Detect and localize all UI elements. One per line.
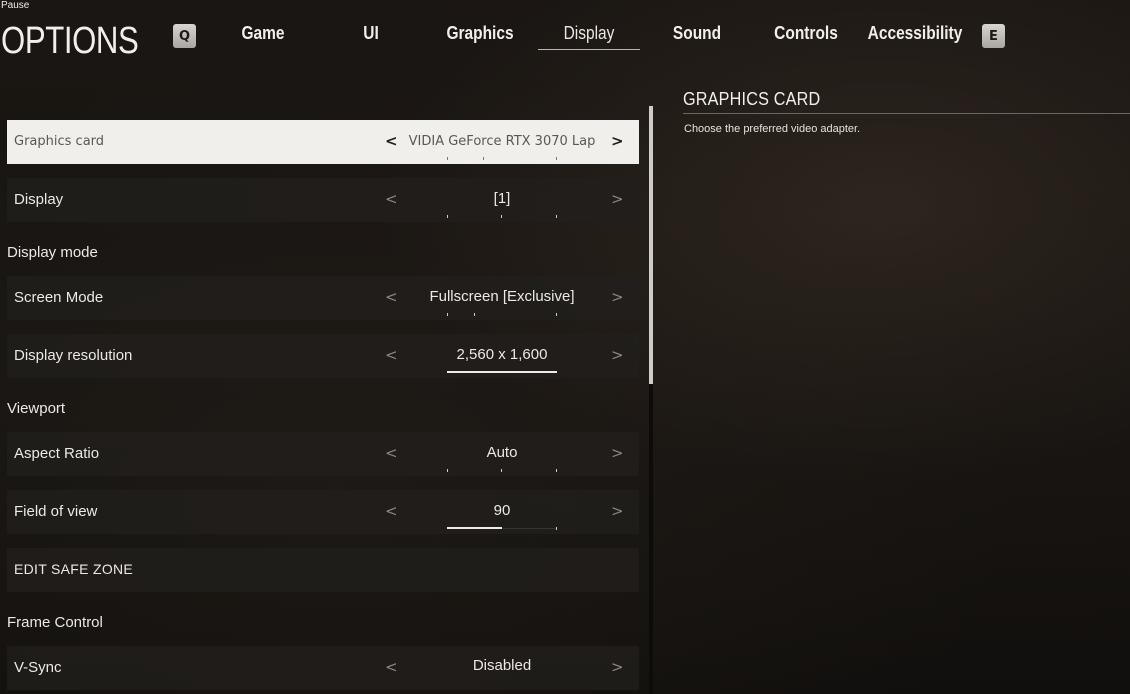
tab-ui[interactable]: UI [341, 16, 401, 50]
section-heading-display-mode: Display mode [7, 244, 98, 261]
setting-screen-mode[interactable]: Screen Mode < Fullscreen [Exclusive] > [7, 276, 639, 320]
setting-label: V-Sync [14, 659, 62, 676]
setting-value: 2,560 x 1,600 [456, 346, 548, 363]
setting-aspect-ratio[interactable]: Aspect Ratio < Auto > [7, 432, 639, 476]
chevron-right-icon[interactable]: > [611, 502, 624, 520]
setting-label: EDIT SAFE ZONE [14, 561, 134, 577]
progress-fill [447, 371, 557, 373]
setting-label: Screen Mode [14, 289, 104, 306]
setting-label: Display resolution [14, 347, 133, 364]
info-panel-title: GRAPHICS CARD [683, 89, 821, 109]
setting-value: Fullscreen [Exclusive] [429, 288, 575, 305]
chevron-left-icon[interactable]: < [385, 658, 398, 676]
section-heading-frame-control: Frame Control [7, 614, 103, 631]
option-ticks [447, 313, 557, 316]
info-panel-divider [683, 113, 1130, 114]
setting-value: 90 [493, 502, 511, 519]
chevron-left-icon[interactable]: < [385, 190, 398, 208]
chevron-right-icon[interactable]: > [611, 444, 624, 462]
setting-label: Aspect Ratio [14, 445, 100, 462]
setting-value: [1] [493, 190, 511, 207]
option-progress-bar [447, 371, 557, 374]
setting-graphics-card[interactable]: Graphics card < VIDIA GeForce RTX 3070 L… [7, 120, 639, 164]
option-ticks [447, 469, 557, 472]
setting-value: VIDIA GeForce RTX 3070 Lap [408, 134, 596, 149]
option-ticks [447, 157, 557, 160]
setting-label: Field of view [14, 503, 98, 520]
setting-display-resolution[interactable]: Display resolution < 2,560 x 1,600 > [7, 334, 639, 378]
chevron-left-icon[interactable]: < [385, 444, 398, 462]
setting-display[interactable]: Display < [1] > [7, 178, 639, 222]
option-ticks [447, 215, 557, 218]
prev-tab-key-badge[interactable]: Q [173, 24, 196, 48]
chevron-right-icon[interactable]: > [611, 346, 624, 364]
section-heading-viewport: Viewport [7, 400, 66, 417]
chevron-left-icon[interactable]: < [385, 346, 398, 364]
progress-fill [447, 527, 502, 529]
chevron-right-icon[interactable]: > [611, 658, 624, 676]
setting-value: Auto [486, 444, 518, 461]
chevron-right-icon[interactable]: > [611, 190, 624, 208]
settings-scrollbar[interactable] [649, 106, 653, 694]
active-tab-underline [538, 49, 640, 50]
setting-field-of-view[interactable]: Field of view < 90 > [7, 490, 639, 534]
tab-controls[interactable]: Controls [768, 16, 844, 50]
tab-game[interactable]: Game [228, 16, 299, 50]
scrollbar-thumb[interactable] [649, 106, 653, 384]
chevron-left-icon[interactable]: < [385, 132, 398, 150]
pause-label: Pause [1, 0, 30, 11]
tab-display[interactable]: Display [545, 16, 633, 50]
setting-value: Disabled [472, 657, 532, 674]
setting-vsync[interactable]: V-Sync < Disabled > [7, 646, 639, 690]
tab-sound[interactable]: Sound [665, 16, 729, 50]
chevron-left-icon[interactable]: < [385, 502, 398, 520]
edit-safe-zone-button[interactable]: EDIT SAFE ZONE [7, 548, 639, 592]
next-tab-key-badge[interactable]: E [982, 24, 1005, 48]
page-title: OPTIONS [1, 20, 139, 62]
info-panel-description: Choose the preferred video adapter. [684, 123, 861, 135]
tab-accessibility[interactable]: Accessibility [868, 16, 963, 50]
tab-graphics[interactable]: Graphics [437, 16, 523, 50]
chevron-right-icon[interactable]: > [611, 288, 624, 306]
option-progress-bar [447, 527, 557, 530]
setting-label: Graphics card [14, 134, 105, 149]
chevron-right-icon[interactable]: > [611, 132, 624, 150]
chevron-left-icon[interactable]: < [385, 288, 398, 306]
setting-label: Display [14, 191, 64, 208]
